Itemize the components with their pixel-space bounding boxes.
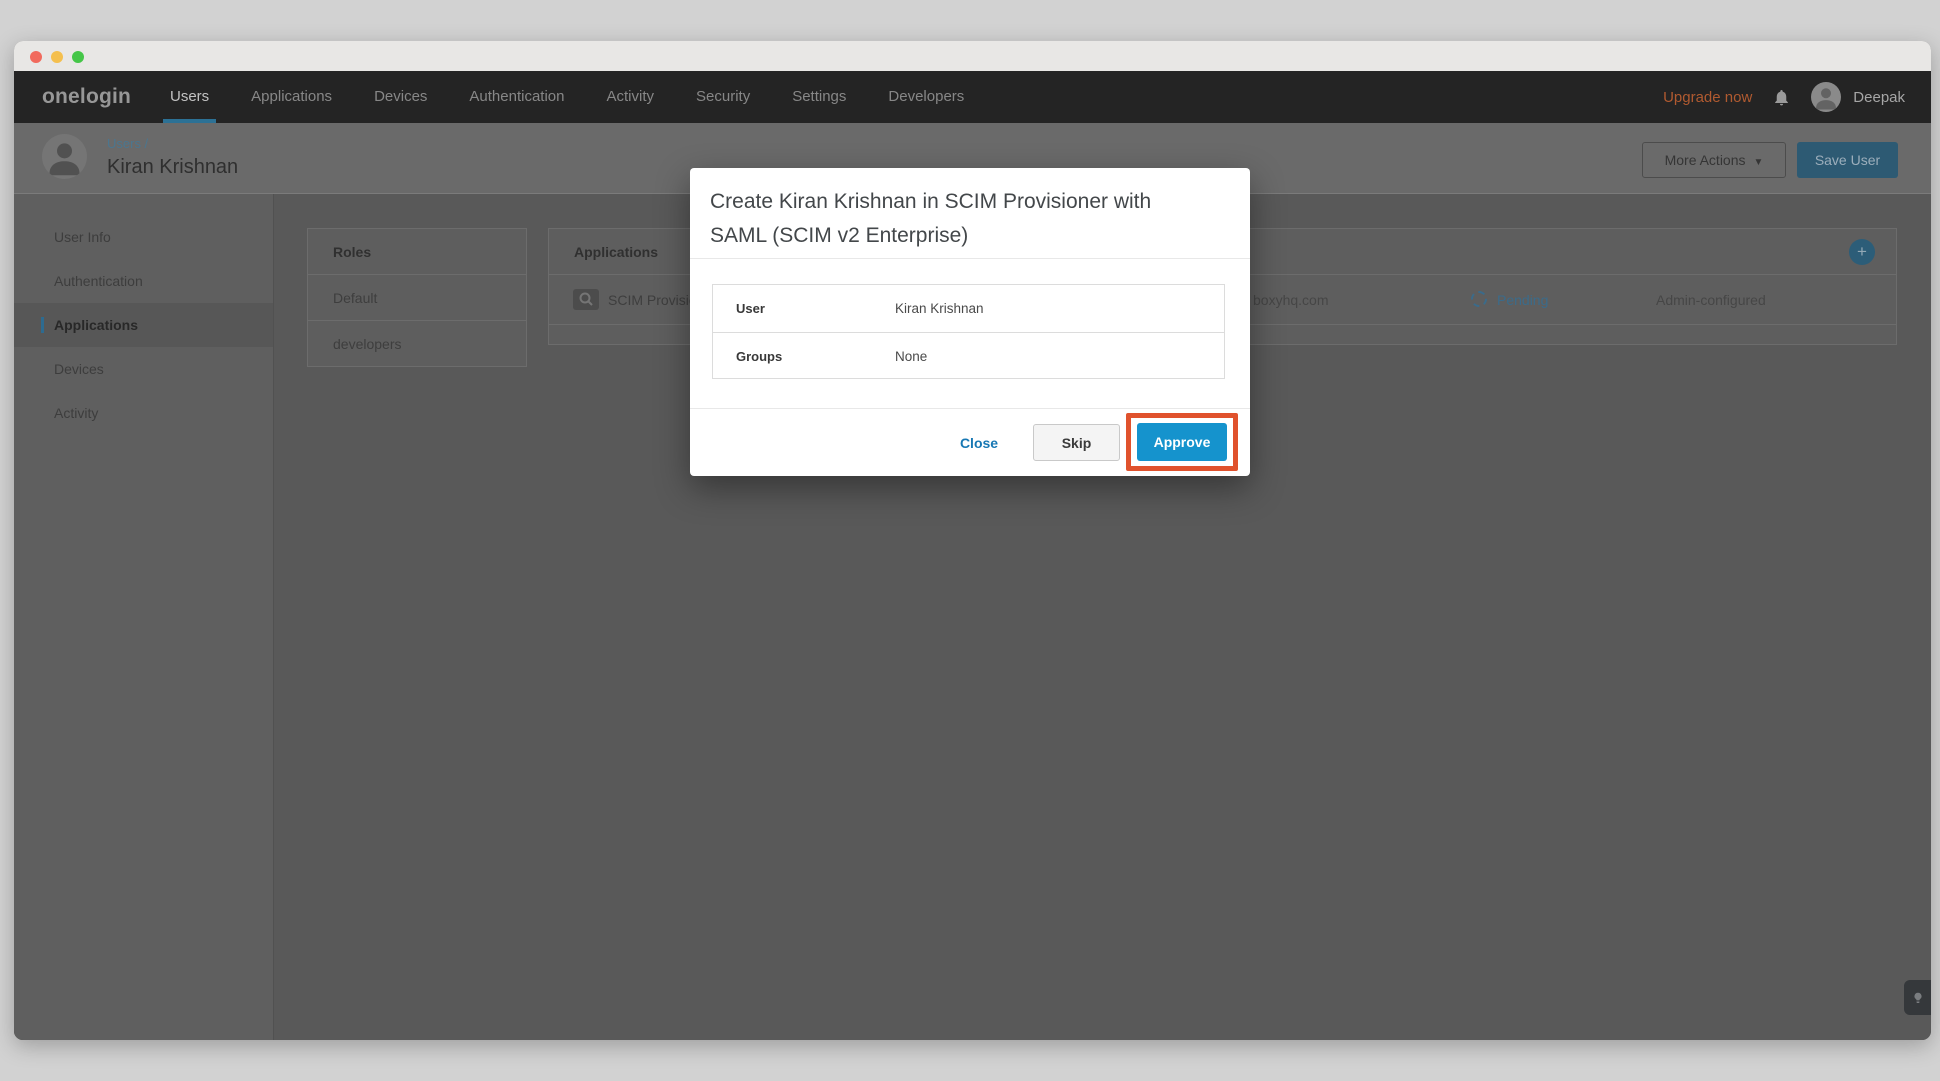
help-tab[interactable] — [1904, 980, 1931, 1015]
close-button[interactable]: Close — [948, 424, 1010, 462]
breadcrumb[interactable]: Users / — [107, 136, 148, 151]
role-row-default[interactable]: Default — [308, 275, 526, 321]
field-value-user: Kiran Krishnan — [895, 301, 984, 316]
chevron-down-icon: ▼ — [1753, 157, 1764, 168]
person-icon — [49, 143, 80, 176]
nav-items: Users Applications Devices Authenticatio… — [163, 71, 964, 123]
field-label-user: User — [736, 301, 765, 316]
sidebar: User Info Authentication Applications De… — [14, 194, 274, 1040]
nav-right-section: Upgrade now Deepak — [1663, 71, 1905, 123]
onelogin-logo: onelogin — [42, 85, 132, 108]
nav-tab-settings[interactable]: Settings — [792, 71, 846, 123]
page-title: Kiran Krishnan — [107, 156, 239, 178]
nav-tab-developers[interactable]: Developers — [888, 71, 964, 123]
top-navbar: onelogin Users Applications Devices Auth… — [14, 71, 1931, 123]
approve-button[interactable]: Approve — [1137, 423, 1227, 461]
nav-tab-security[interactable]: Security — [696, 71, 750, 123]
more-actions-button[interactable]: More Actions ▼ — [1642, 142, 1786, 178]
roles-panel: Roles Default developers — [307, 228, 527, 367]
sidebar-item-authentication[interactable]: Authentication — [14, 259, 273, 303]
annotation-highlight-box: Approve — [1126, 413, 1238, 471]
profile-avatar — [42, 134, 87, 179]
upgrade-now-link[interactable]: Upgrade now — [1663, 89, 1752, 106]
user-avatar[interactable] — [1811, 82, 1842, 112]
sidebar-item-applications[interactable]: Applications — [14, 303, 273, 347]
save-user-button[interactable]: Save User — [1797, 142, 1898, 178]
approve-provisioning-modal: Create Kiran Krishnan in SCIM Provisione… — [690, 168, 1250, 476]
table-row: Groups None — [713, 332, 1224, 379]
close-window-button[interactable] — [30, 51, 42, 63]
nav-tab-devices[interactable]: Devices — [374, 71, 427, 123]
minimize-window-button[interactable] — [51, 51, 63, 63]
scim-app-icon — [573, 289, 599, 310]
modal-divider — [690, 258, 1250, 259]
active-item-indicator — [41, 317, 44, 333]
application-name: SCIM Provisio — [608, 292, 697, 308]
modal-fields-table: User Kiran Krishnan Groups None — [712, 284, 1225, 379]
account-name[interactable]: Deepak — [1853, 89, 1905, 106]
nav-tab-authentication[interactable]: Authentication — [469, 71, 564, 123]
nav-tab-users[interactable]: Users — [163, 71, 217, 123]
field-value-groups: None — [895, 349, 928, 364]
roles-panel-title: Roles — [308, 229, 526, 275]
status-badge: Pending — [1497, 292, 1549, 308]
person-icon — [1816, 88, 1837, 110]
window-titlebar — [14, 41, 1931, 71]
sidebar-item-user-info[interactable]: User Info — [14, 215, 273, 259]
notifications-bell-icon[interactable] — [1772, 88, 1791, 107]
sidebar-item-activity[interactable]: Activity — [14, 391, 273, 435]
modal-title: Create Kiran Krishnan in SCIM Provisione… — [710, 190, 1152, 247]
add-application-button[interactable]: + — [1849, 239, 1875, 265]
role-row-developers[interactable]: developers — [308, 321, 526, 367]
sidebar-item-devices[interactable]: Devices — [14, 347, 273, 391]
application-domain: boxyhq.com — [1253, 292, 1329, 308]
lightbulb-icon — [1913, 992, 1922, 1003]
pending-spinner-icon — [1471, 291, 1487, 307]
table-row: User Kiran Krishnan — [713, 285, 1224, 332]
field-label-groups: Groups — [736, 349, 783, 364]
skip-button[interactable]: Skip — [1033, 424, 1120, 461]
modal-footer-divider — [690, 408, 1250, 409]
nav-tab-applications[interactable]: Applications — [251, 71, 332, 123]
provisioning-state: Admin-configured — [1656, 292, 1766, 308]
zoom-window-button[interactable] — [72, 51, 84, 63]
nav-tab-activity[interactable]: Activity — [607, 71, 655, 123]
